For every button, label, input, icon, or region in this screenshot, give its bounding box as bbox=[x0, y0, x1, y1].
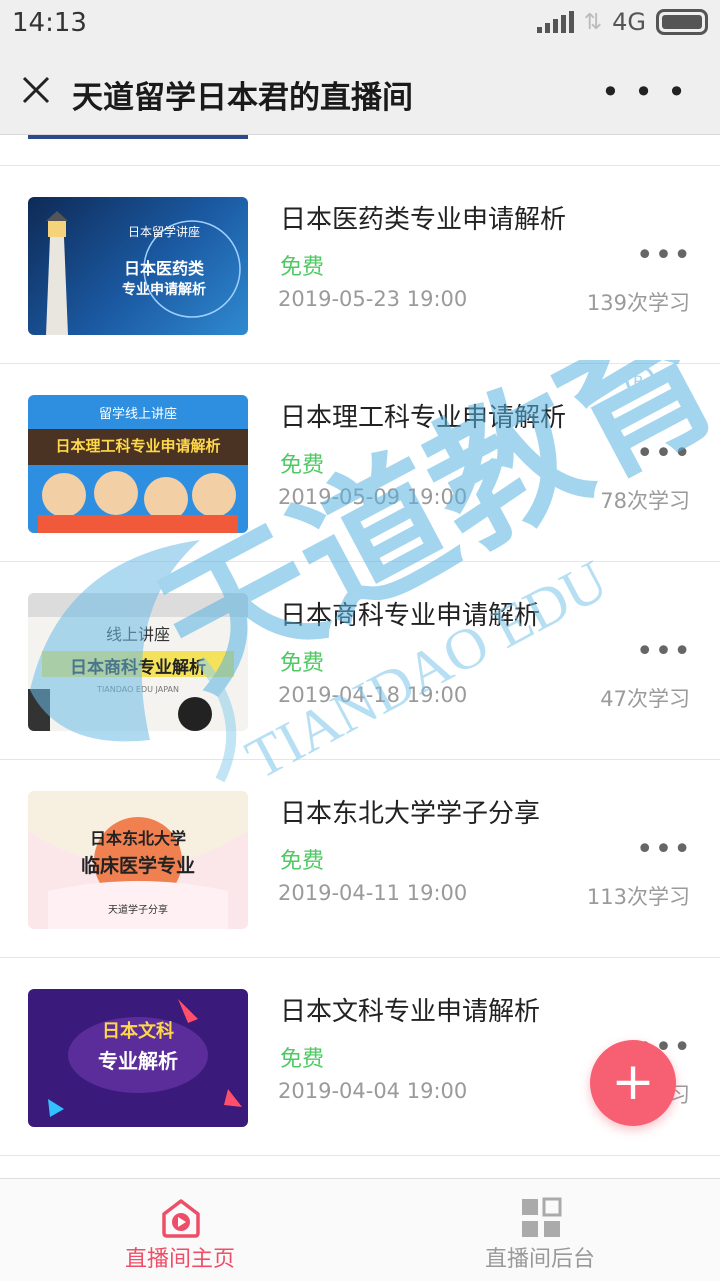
lecture-date: 2019-04-11 19:00 bbox=[278, 881, 468, 905]
price-label: 免费 bbox=[280, 651, 325, 676]
add-button[interactable]: + bbox=[590, 1040, 676, 1126]
list-item[interactable]: 线上讲座 日本商科专业解析 TIANDAO EDU JAPAN 日本商科专业申请… bbox=[0, 561, 720, 758]
study-count: 139次学习 bbox=[586, 291, 690, 315]
top-bar: 天道留学日本君的直播间 • • • bbox=[0, 52, 720, 135]
item-more-icon[interactable]: ••• bbox=[636, 439, 692, 469]
lecture-date: 2019-05-23 19:00 bbox=[278, 287, 468, 311]
item-more-icon[interactable]: ••• bbox=[636, 241, 692, 271]
thumb-text: 日本理工科专业申请解析 bbox=[55, 437, 221, 455]
lecture-title: 日本文科专业申请解析 bbox=[280, 997, 541, 1027]
thumb-text: 线上讲座 bbox=[105, 625, 170, 644]
list-item[interactable]: 留学线上讲座 日本理工科专业申请解析 日本理工科专业申请解析 免费 ••• 20… bbox=[0, 363, 720, 560]
thumb-text: 留学线上讲座 bbox=[98, 407, 177, 422]
study-count: 47次学习 bbox=[600, 687, 690, 711]
tab-live-admin[interactable]: 直播间后台 bbox=[360, 1179, 720, 1281]
more-menu-icon[interactable]: • • • bbox=[601, 76, 688, 108]
list-item[interactable]: 日本东北大学 临床医学专业 天道学子分享 日本东北大学学子分享 免费 ••• 2… bbox=[0, 759, 720, 956]
price-label: 免费 bbox=[280, 255, 325, 280]
thumb-text: 日本商科专业解析 bbox=[70, 658, 206, 678]
status-icons: ⇅ 4G bbox=[536, 8, 708, 36]
partial-thumbnail bbox=[28, 135, 248, 139]
thumb-text: 日本留学讲座 bbox=[127, 225, 200, 239]
lecture-date: 2019-05-09 19:00 bbox=[278, 485, 468, 509]
thumb-text: 日本医药类 bbox=[123, 259, 204, 278]
lecture-thumbnail: 日本东北大学 临床医学专业 天道学子分享 bbox=[28, 791, 248, 929]
price-label: 免费 bbox=[280, 453, 325, 478]
lecture-title: 日本东北大学学子分享 bbox=[280, 799, 541, 829]
data-transfer-icon: ⇅ bbox=[583, 9, 603, 35]
price-label: 免费 bbox=[280, 1047, 325, 1072]
network-type: 4G bbox=[612, 8, 646, 36]
thumb-text: 日本文科 bbox=[102, 1021, 174, 1042]
close-icon[interactable] bbox=[18, 72, 54, 108]
study-count: 78次学习 bbox=[600, 489, 690, 513]
lecture-date: 2019-04-04 19:00 bbox=[278, 1079, 468, 1103]
bottom-tab-bar: 直播间主页 直播间后台 bbox=[0, 1178, 720, 1281]
thumb-text: 天道学子分享 bbox=[108, 905, 168, 916]
thumb-text: 日本东北大学 bbox=[89, 829, 186, 848]
thumb-text: TIANDAO EDU JAPAN bbox=[97, 685, 179, 694]
lecture-thumbnail: 留学线上讲座 日本理工科专业申请解析 bbox=[28, 395, 248, 533]
thumb-text: 专业申请解析 bbox=[122, 282, 206, 298]
lecture-thumbnail: 线上讲座 日本商科专业解析 TIANDAO EDU JAPAN bbox=[28, 593, 248, 731]
tab-label: 直播间后台 bbox=[484, 1247, 595, 1272]
lecture-date: 2019-04-18 19:00 bbox=[278, 683, 468, 707]
dashboard-icon bbox=[522, 1197, 562, 1237]
lecture-title: 日本医药类专业申请解析 bbox=[280, 205, 567, 235]
tab-label: 直播间主页 bbox=[124, 1247, 235, 1272]
item-more-icon[interactable]: ••• bbox=[636, 835, 692, 865]
battery-icon bbox=[656, 9, 708, 35]
status-bar: 14:13 ⇅ 4G bbox=[0, 0, 720, 52]
lecture-thumbnail: 日本文科 专业解析 bbox=[28, 989, 248, 1127]
thumb-text: 临床医学专业 bbox=[80, 855, 195, 877]
page-title: 天道留学日本君的直播间 bbox=[72, 80, 413, 116]
tab-live-home[interactable]: 直播间主页 bbox=[0, 1179, 360, 1281]
lecture-title: 日本商科专业申请解析 bbox=[280, 601, 541, 631]
list-item-partial bbox=[0, 1155, 720, 1180]
price-label: 免费 bbox=[280, 849, 325, 874]
list-item[interactable]: 日本留学讲座 日本医药类 专业申请解析 日本医药类专业申请解析 免费 ••• 2… bbox=[0, 165, 720, 362]
study-count: 113次学习 bbox=[586, 885, 690, 909]
live-home-icon bbox=[162, 1199, 200, 1238]
signal-icon bbox=[536, 11, 574, 33]
item-more-icon[interactable]: ••• bbox=[636, 637, 692, 667]
lecture-thumbnail: 日本留学讲座 日本医药类 专业申请解析 bbox=[28, 197, 248, 335]
status-time: 14:13 bbox=[12, 8, 87, 38]
lecture-title: 日本理工科专业申请解析 bbox=[280, 403, 567, 433]
thumb-text: 专业解析 bbox=[98, 1049, 178, 1073]
